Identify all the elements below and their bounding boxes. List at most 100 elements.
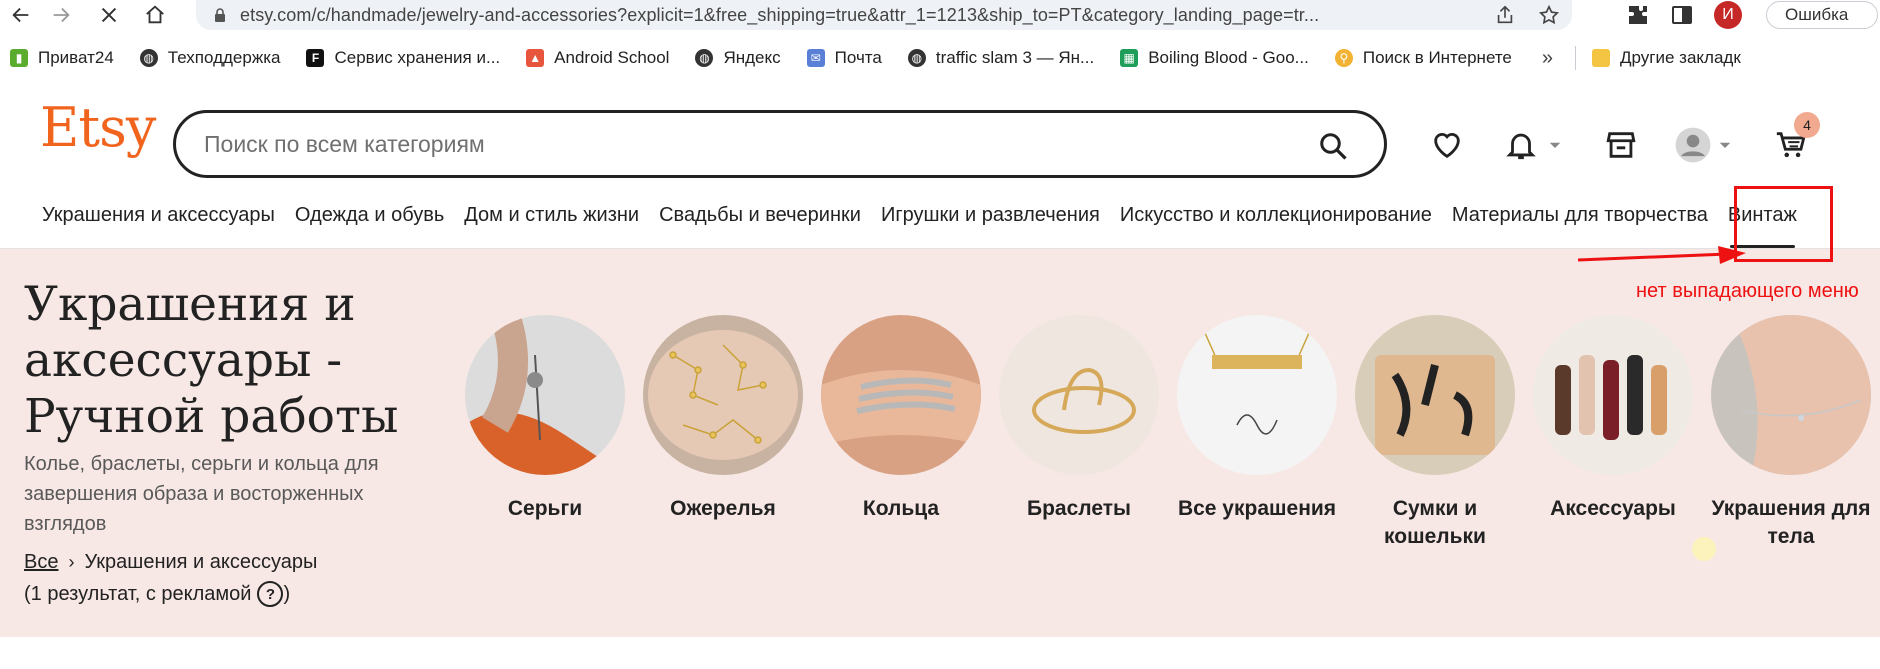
- favorites-button[interactable]: [1430, 120, 1464, 170]
- bookmark-item[interactable]: F Сервис хранения и...: [306, 44, 500, 72]
- site-header: Etsy 4 Украшения и аксессуары Одежда и о…: [0, 76, 1880, 249]
- subcategory-earrings[interactable]: Серьги: [456, 315, 634, 523]
- caret-down-icon: [1549, 142, 1561, 148]
- bookmark-item[interactable]: ▲ Android School: [526, 44, 669, 72]
- forward-button[interactable]: [44, 0, 78, 30]
- bookmark-label: Сервис хранения и...: [334, 48, 501, 67]
- bookmark-item[interactable]: ◍ Яндекс: [695, 44, 781, 72]
- lock-icon: [215, 8, 225, 22]
- side-panel-icon[interactable]: [1670, 3, 1694, 27]
- subcategory-label: Украшения для тела: [1711, 497, 1871, 548]
- url-text[interactable]: etsy.com/c/handmade/jewelry-and-accessor…: [240, 5, 1490, 26]
- necklaces-image: [643, 315, 803, 475]
- results-count: (1 результат, с рекламой ? ): [24, 581, 290, 607]
- subcategory-bags-purses[interactable]: Сумки и кошельки: [1346, 315, 1524, 551]
- bookmark-item[interactable]: ✉ Почта: [806, 44, 882, 72]
- nav-item-craft-supplies[interactable]: Материалы для творчества: [1452, 204, 1708, 234]
- annotation-text: нет выпадающего меню: [1636, 280, 1859, 302]
- subcategory-accessories[interactable]: Аксессуары: [1524, 315, 1702, 523]
- subcategory-label: Ожерелья: [670, 497, 776, 520]
- bookmark-item[interactable]: ◍ traffic slam 3 — Ян...: [907, 44, 1095, 72]
- extensions-puzzle-icon[interactable]: [1626, 3, 1650, 27]
- cart-count-badge: 4: [1794, 112, 1820, 138]
- page-title: Украшения и аксессуары - Ручной работы: [24, 277, 399, 444]
- bookmark-label: Приват24: [38, 48, 114, 67]
- account-button[interactable]: [1674, 120, 1734, 170]
- globe-icon: ◍: [907, 49, 926, 67]
- address-bar[interactable]: etsy.com/c/handmade/jewelry-and-accessor…: [196, 0, 1572, 30]
- shop-manager-button[interactable]: [1604, 120, 1638, 170]
- heart-icon: [1434, 133, 1460, 159]
- all-jewelry-image: [1177, 315, 1337, 475]
- arrow-left-icon: [12, 7, 29, 23]
- accessories-image: [1533, 315, 1693, 475]
- etsy-logo[interactable]: Etsy: [40, 96, 156, 159]
- star-icon[interactable]: [1538, 4, 1560, 26]
- nav-item-clothing[interactable]: Одежда и обувь: [295, 204, 444, 234]
- bookmark-label: Другие закладк: [1620, 48, 1741, 67]
- breadcrumb-all-link[interactable]: Все: [24, 551, 58, 574]
- cursor-highlight: [1692, 537, 1716, 561]
- arrow-right-icon: [53, 7, 70, 23]
- subcategory-label: Браслеты: [1027, 497, 1131, 520]
- annotation-arrow-icon: [1578, 246, 1746, 264]
- subcategory-rings[interactable]: Кольца: [812, 315, 990, 523]
- subcategory-all-jewelry[interactable]: Все украшения: [1168, 315, 1346, 523]
- earrings-image: [465, 315, 625, 475]
- bookmark-item[interactable]: ▦ Boiling Blood - Goo...: [1120, 44, 1309, 72]
- bracelets-image: [999, 315, 1159, 475]
- bookmarks-overflow-button[interactable]: »: [1542, 47, 1553, 70]
- subcategory-label: Все украшения: [1177, 497, 1337, 520]
- category-hero: Украшения и аксессуары - Ручной работы К…: [0, 249, 1880, 637]
- help-icon[interactable]: ?: [257, 581, 284, 607]
- bookmark-label: Android School: [554, 48, 670, 67]
- cart-button[interactable]: 4: [1774, 112, 1820, 170]
- page-description: Колье, браслеты, серьги и кольца для зав…: [24, 453, 379, 535]
- caret-down-icon: [1719, 142, 1731, 148]
- home-button[interactable]: [138, 0, 172, 30]
- notifications-button[interactable]: [1504, 120, 1564, 170]
- bookmark-label: Почта: [834, 48, 882, 67]
- close-icon: [101, 7, 117, 23]
- bookmark-label: Техподдержка: [167, 48, 281, 67]
- bookmark-item[interactable]: ⚲ Поиск в Интернете: [1334, 44, 1512, 72]
- subcategory-label: Сумки и кошельки: [1384, 497, 1486, 548]
- subcategory-bracelets[interactable]: Браслеты: [990, 315, 1168, 523]
- bookmarks-bar: ▮ Приват24 ◍ Техподдержка F Сервис хране…: [0, 40, 1880, 77]
- search-icon[interactable]: [1318, 131, 1348, 161]
- search-input[interactable]: [202, 129, 1286, 159]
- nav-item-toys[interactable]: Игрушки и развлечения: [881, 204, 1100, 234]
- nav-item-art[interactable]: Искусство и коллекционирование: [1120, 204, 1432, 234]
- subcategory-label: Аксессуары: [1550, 497, 1676, 520]
- mail-icon: ✉: [806, 49, 825, 67]
- user-avatar-icon: [1675, 127, 1711, 163]
- nav-item-weddings[interactable]: Свадьбы и вечеринки: [659, 204, 861, 234]
- profile-avatar[interactable]: И: [1714, 1, 1742, 29]
- error-button[interactable]: Ошибка: [1766, 1, 1878, 29]
- sheets-icon: ▦: [1120, 49, 1139, 67]
- breadcrumb: Все › Украшения и аксессуары: [24, 551, 317, 574]
- bags-image: [1355, 315, 1515, 475]
- results-text: (1 результат, с рекламой: [24, 582, 252, 605]
- nav-item-jewelry[interactable]: Украшения и аксессуары: [42, 204, 275, 234]
- other-bookmarks-folder[interactable]: Другие закладк: [1592, 44, 1741, 72]
- bookmark-item[interactable]: ▮ Приват24: [10, 44, 114, 72]
- folder-icon: [1592, 49, 1611, 67]
- globe-icon: ◍: [139, 49, 158, 67]
- bookmark-item[interactable]: ◍ Техподдержка: [139, 44, 281, 72]
- breadcrumb-current: Украшения и аксессуары: [84, 551, 318, 573]
- bookmarks-divider: [1575, 46, 1577, 70]
- stop-loading-button[interactable]: [92, 0, 126, 30]
- subcategory-necklaces[interactable]: Ожерелья: [634, 315, 812, 523]
- bookmark-label: traffic slam 3 — Ян...: [935, 48, 1095, 67]
- bookmark-label: Поиск в Интернете: [1362, 48, 1512, 67]
- privat24-icon: ▮: [10, 49, 28, 67]
- back-button[interactable]: [4, 0, 38, 30]
- store-icon: [1606, 132, 1636, 158]
- bookmark-label: Boiling Blood - Goo...: [1148, 48, 1309, 67]
- share-icon[interactable]: [1494, 4, 1516, 26]
- nav-item-home[interactable]: Дом и стиль жизни: [464, 204, 639, 234]
- subcategory-body-jewelry[interactable]: Украшения для тела: [1702, 315, 1880, 551]
- bookmark-label: Яндекс: [723, 48, 781, 67]
- globe-icon: ◍: [695, 49, 714, 67]
